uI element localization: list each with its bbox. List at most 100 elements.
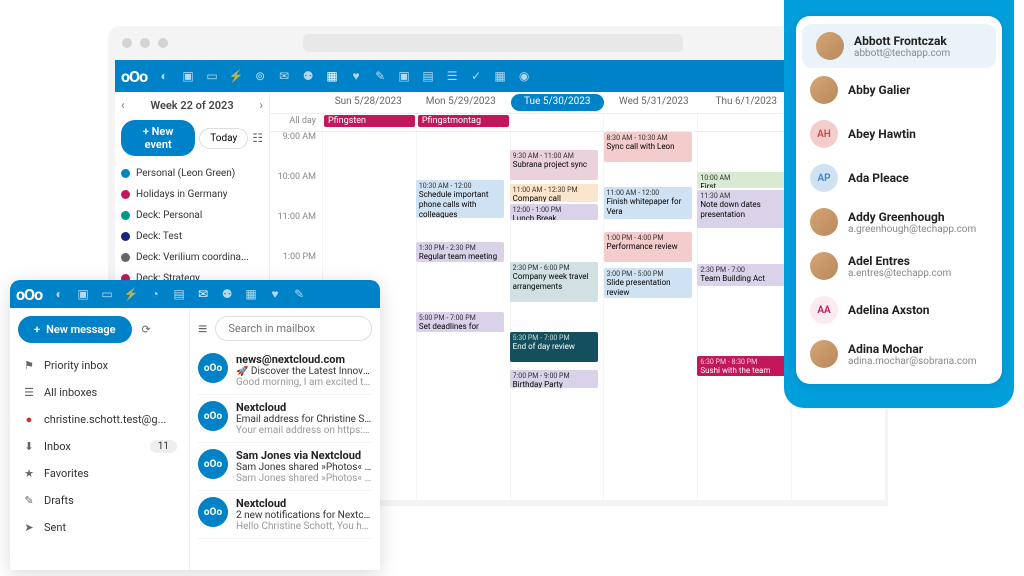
all-inboxes-icon: ☰ <box>22 386 36 399</box>
calendar-color-dot <box>121 232 130 241</box>
calendar-list-item[interactable]: Holidays in Germany <box>121 187 263 202</box>
calendar-event[interactable]: 1:30 PM - 2:30 PMRegular team meeting <box>416 242 504 262</box>
allday-cell[interactable] <box>510 114 604 131</box>
contact-item[interactable]: AAAdelina Axston <box>796 288 1002 332</box>
contact-item[interactable]: Adel Entresa.entres@techapp.com <box>796 244 1002 288</box>
contact-name: Adina Mochar <box>848 342 977 356</box>
mail-icon[interactable]: ✉ <box>273 65 295 87</box>
nextcloud-logo: oOo <box>121 67 147 86</box>
check-icon[interactable]: ✓ <box>465 65 487 87</box>
photos-icon[interactable]: ▭ <box>201 65 223 87</box>
day-header[interactable]: Mon 5/29/2023 <box>415 92 508 113</box>
calendar-event[interactable]: 10:00 AMFirst <box>697 172 785 188</box>
calendar-event[interactable]: 3:00 PM - 5:00 PMSlide presentation revi… <box>604 268 692 298</box>
calendar-event[interactable]: 12:00 - 1:00 PMLunch Break <box>510 204 598 220</box>
heart-icon[interactable]: ♥ <box>264 283 286 305</box>
mail-item[interactable]: oOoNextcloud2 new notifications for Next… <box>198 491 372 539</box>
today-button[interactable]: Today <box>199 128 248 149</box>
contact-item[interactable]: APAda Pleace <box>796 156 1002 200</box>
mail-nav-item[interactable]: ★ Favorites <box>18 461 181 486</box>
mail-nav-item[interactable]: ➤Sent <box>18 515 181 540</box>
allday-cell[interactable] <box>603 114 697 131</box>
day-header[interactable]: Tue 5/30/2023 <box>511 94 604 111</box>
edit-icon[interactable]: ✎ <box>369 65 391 87</box>
calendar-event[interactable]: 2:30 PM - 7:00Team Building Act <box>697 264 785 286</box>
new-event-button[interactable]: + New event <box>121 120 195 156</box>
day-header[interactable]: Thu 6/1/2023 <box>700 92 793 113</box>
calendar-event[interactable]: 8:30 AM - 10:30 AMSync call with Leon <box>604 132 692 162</box>
photos-icon[interactable]: ▭ <box>96 283 118 305</box>
calendar-icon[interactable]: ▦ <box>240 283 262 305</box>
pin-icon[interactable]: ◉ <box>513 65 535 87</box>
search-input[interactable] <box>215 316 372 341</box>
allday-cell[interactable] <box>697 114 791 131</box>
contacts-icon[interactable]: ⚉ <box>297 65 319 87</box>
mail-nav-item[interactable]: ●christine.schott.test@g... <box>18 407 181 432</box>
mail-nav-item[interactable]: ✎Drafts <box>18 488 181 513</box>
mail-nav-item[interactable]: ☰All inboxes <box>18 380 181 405</box>
grid-icon[interactable]: ▦ <box>489 65 511 87</box>
calendar-event[interactable]: 6:30 PM - 8:30 PMSushi with the team <box>697 356 785 376</box>
calendar-list-item[interactable]: Deck: Verilium coordina... <box>121 250 263 265</box>
contact-item[interactable]: Abbott Frontczakabbott@techapp.com <box>802 24 996 68</box>
contact-item[interactable]: AHAbey Hawtin <box>796 112 1002 156</box>
files-icon[interactable]: ▣ <box>177 65 199 87</box>
heart-icon[interactable]: ♥ <box>345 65 367 87</box>
day-header[interactable]: Wed 5/31/2023 <box>608 92 701 113</box>
allday-cell[interactable]: Pfingstmontag <box>416 114 510 131</box>
calendar-event[interactable]: 2:30 PM - 6:00 PMCompany week travel arr… <box>510 262 598 302</box>
calendar-event[interactable]: 10:30 AM - 12:00Schedule important phone… <box>416 180 504 218</box>
calendar-list-item[interactable]: Personal (Leon Green) <box>121 166 263 181</box>
archive-icon[interactable]: ▤ <box>417 65 439 87</box>
mail-item[interactable]: oOoSam Jones via NextcloudSam Jones shar… <box>198 443 372 491</box>
talk-icon[interactable]: ◔ <box>144 283 166 305</box>
mail-nav-badge: 11 <box>150 440 177 453</box>
calendar-event[interactable]: 5:30 PM - 7:00 PMEnd of day review <box>510 332 598 362</box>
calendar-event[interactable]: 5:00 PM - 7:00 PMSet deadlines for repor… <box>416 312 504 332</box>
contact-item[interactable]: Adina Mocharadina.mochar@sobrana.com <box>796 332 1002 376</box>
menu-icon[interactable]: ≡ <box>198 319 207 339</box>
calendar-event[interactable]: 7:00 PM - 9:00 PMBirthday Party <box>510 370 598 388</box>
activity-icon[interactable]: ⚡ <box>120 283 142 305</box>
dashboard-icon[interactable]: ◐ <box>153 65 175 87</box>
activity-icon[interactable]: ⚡ <box>225 65 247 87</box>
new-message-button[interactable]: + New message <box>18 316 132 343</box>
calendar-event[interactable]: 9:30 AM - 11:00 AMSubrana project sync <box>510 150 598 180</box>
contacts-icon[interactable]: ⚉ <box>216 283 238 305</box>
contact-item[interactable]: Abby Galier <box>796 68 1002 112</box>
next-week-button[interactable]: › <box>259 98 263 112</box>
calendar-list-item[interactable]: Deck: Test <box>121 229 263 244</box>
calendar-event[interactable]: 11:00 AM - 12:00Finish whitepaper for Ve… <box>604 187 692 219</box>
calendar-icon[interactable]: ▦ <box>321 65 343 87</box>
contact-item[interactable]: Addy Greenhougha.greenhough@techapp.com <box>796 200 1002 244</box>
prev-week-button[interactable]: ‹ <box>121 98 125 112</box>
edit-icon[interactable]: ✎ <box>288 283 310 305</box>
time-label: 11:00 AM <box>270 212 322 252</box>
dashboard-icon[interactable]: ◐ <box>48 283 70 305</box>
calendar-event[interactable]: 11:30 AMNote down dates presentation <box>697 190 785 228</box>
allday-event[interactable]: Pfingsten <box>324 115 415 127</box>
calendar-item-label: Personal (Leon Green) <box>136 168 235 179</box>
allday-cell[interactable]: Pfingsten <box>322 114 416 131</box>
calendar-event[interactable]: 1:00 PM - 4:00 PMPerformance review <box>604 232 692 262</box>
mail-nav-label: Favorites <box>44 467 89 480</box>
url-bar[interactable] <box>303 34 683 52</box>
refresh-icon[interactable]: ⟳ <box>142 323 151 336</box>
calendar-list-item[interactable]: Deck: Personal <box>121 208 263 223</box>
mail-icon[interactable]: ✉ <box>192 283 214 305</box>
list-icon[interactable]: ☰ <box>441 65 463 87</box>
files-icon[interactable]: ▣ <box>72 283 94 305</box>
mail-nav-item[interactable]: ⬇Inbox11 <box>18 434 181 459</box>
mail-item[interactable]: oOonews@nextcloud.com🚀 Discover the Late… <box>198 347 372 395</box>
mail-item[interactable]: oOoNextcloudEmail address for Christine … <box>198 395 372 443</box>
mail-nav-item[interactable]: ⚑Priority inbox <box>18 353 181 378</box>
favorites-icon: ★ <box>22 467 36 480</box>
mail-nav-label: Sent <box>44 521 66 534</box>
calendar-event[interactable]: 11:00 AM - 12:30 PMCompany call <box>510 184 598 202</box>
day-header[interactable]: Sun 5/28/2023 <box>322 92 415 113</box>
search-icon[interactable]: ⊚ <box>249 65 271 87</box>
grid-toggle-icon[interactable]: ☷ <box>252 131 263 145</box>
notes-icon[interactable]: ▤ <box>168 283 190 305</box>
allday-event[interactable]: Pfingstmontag <box>418 115 509 127</box>
briefcase-icon[interactable]: ▣ <box>393 65 415 87</box>
